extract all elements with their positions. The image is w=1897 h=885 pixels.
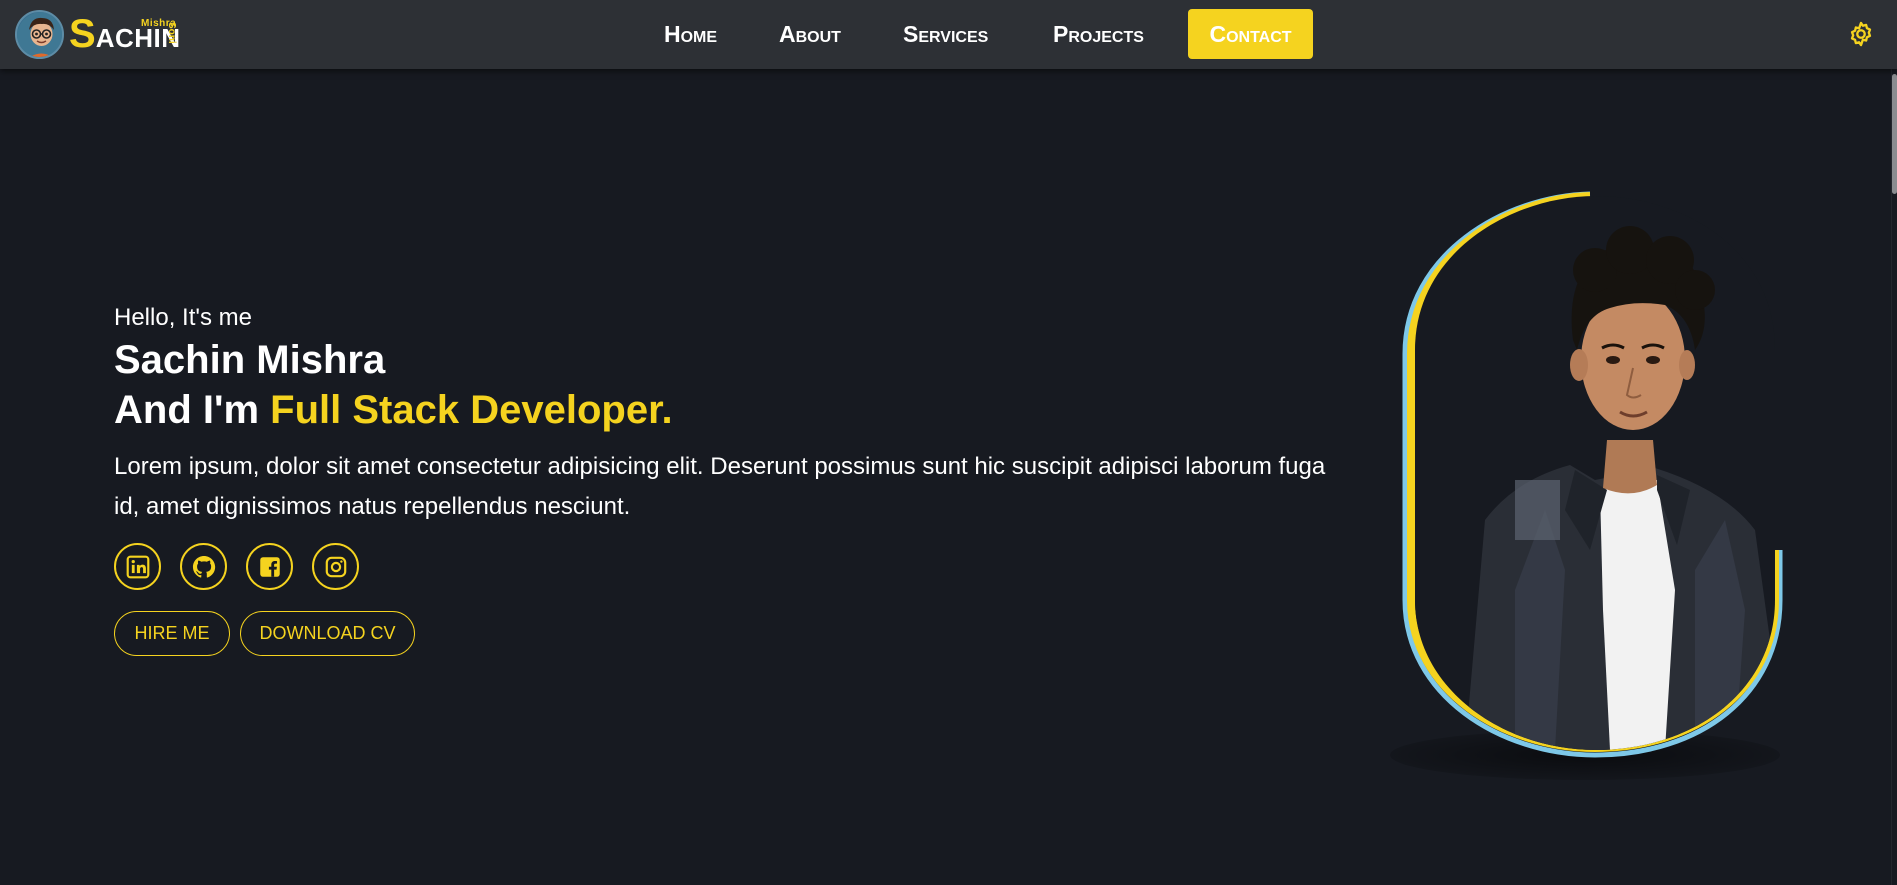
github-icon bbox=[192, 555, 215, 578]
role-highlight: Full Stack Developer. bbox=[270, 388, 673, 432]
download-cv-button[interactable]: DOWNLOAD CV bbox=[240, 611, 415, 656]
nav-projects[interactable]: Projects bbox=[1053, 21, 1144, 47]
profile-portrait bbox=[1395, 190, 1795, 770]
scrollbar-thumb[interactable] bbox=[1892, 74, 1897, 194]
nav-contact-button[interactable]: Contact bbox=[1188, 9, 1313, 59]
hero-bio: Lorem ipsum, dolor sit amet consectetur … bbox=[114, 453, 1326, 520]
hero-greeting: Hello, It's me bbox=[114, 304, 252, 331]
linkedin-link[interactable] bbox=[114, 543, 161, 590]
linkedin-icon bbox=[126, 555, 149, 578]
logo-avatar[interactable] bbox=[15, 10, 64, 59]
facebook-icon bbox=[259, 556, 280, 577]
hire-me-button[interactable]: HIRE ME bbox=[114, 611, 230, 656]
role-prefix: And I'm bbox=[114, 388, 271, 432]
instagram-link[interactable] bbox=[312, 543, 359, 590]
gear-icon[interactable] bbox=[1847, 20, 1875, 48]
profile-photo bbox=[1402, 191, 1783, 758]
logo-initial: S bbox=[69, 12, 96, 56]
github-link[interactable] bbox=[180, 543, 227, 590]
hero-name: Sachin Mishra bbox=[114, 338, 386, 382]
nav-services[interactable]: Services bbox=[903, 21, 988, 47]
navbar: SACHIN Mishra Soni Home About Services P… bbox=[0, 0, 1897, 69]
logo-side-small: Soni bbox=[166, 22, 177, 44]
instagram-icon bbox=[325, 556, 346, 577]
nav-about[interactable]: About bbox=[779, 21, 841, 47]
hero-role: And I'm Full Stack Developer. bbox=[114, 388, 673, 433]
nav-home[interactable]: Home bbox=[664, 21, 717, 47]
facebook-link[interactable] bbox=[246, 543, 293, 590]
avatar-illustration bbox=[17, 12, 62, 57]
